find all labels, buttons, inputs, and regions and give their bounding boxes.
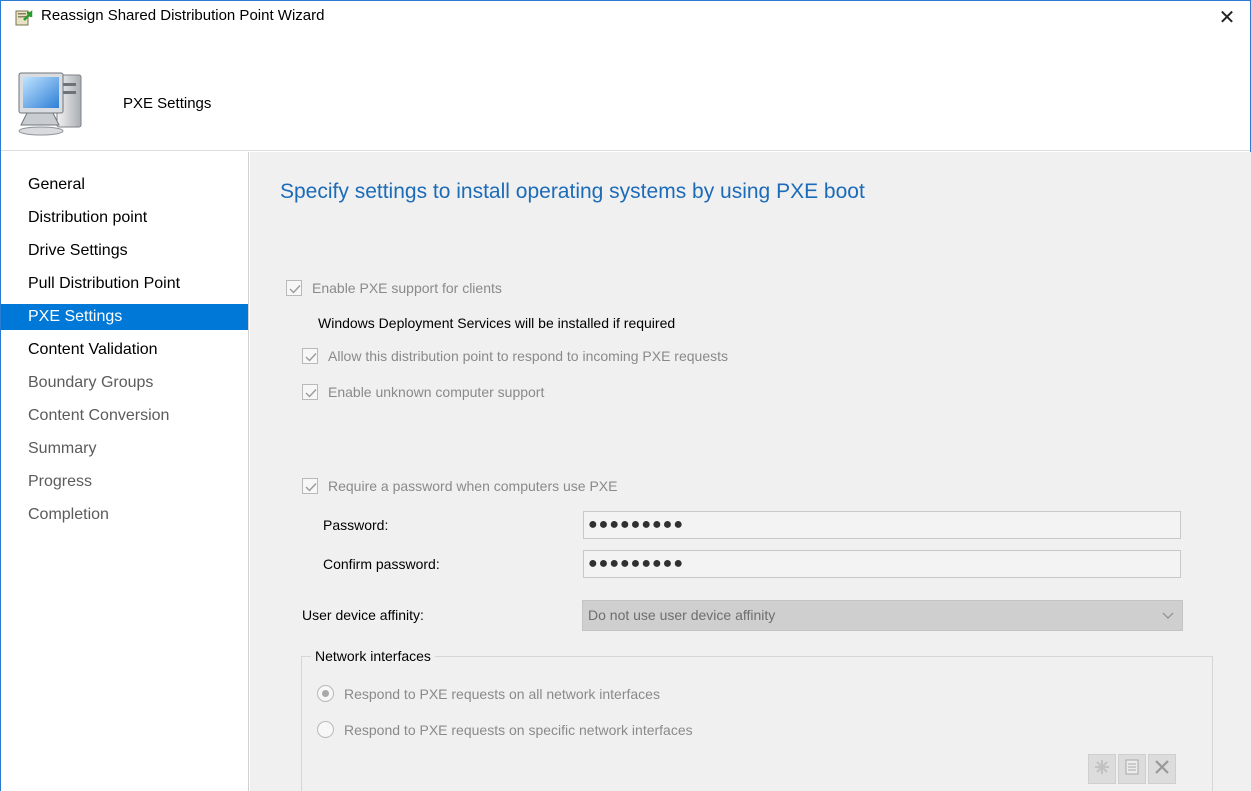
- enable-pxe-row[interactable]: Enable PXE support for clients: [286, 280, 502, 296]
- nav-item-summary: Summary: [28, 440, 97, 457]
- allow-respond-label: Allow this distribution point to respond…: [328, 348, 728, 364]
- wizard-app-icon: [15, 9, 33, 27]
- nav-item-content-conversion: Content Conversion: [28, 407, 170, 424]
- delete-icon: [1153, 758, 1171, 780]
- allow-respond-checkbox[interactable]: [302, 348, 318, 364]
- nav-item-drive-settings[interactable]: Drive Settings: [1, 238, 248, 264]
- title-bar: Reassign Shared Distribution Point Wizar…: [1, 1, 1250, 33]
- all-interfaces-radio[interactable]: [317, 685, 334, 702]
- chevron-down-icon: [1162, 601, 1174, 640]
- enable-pxe-label: Enable PXE support for clients: [312, 280, 502, 296]
- allow-respond-row[interactable]: Allow this distribution point to respond…: [302, 348, 728, 364]
- specific-interfaces-radio[interactable]: [317, 721, 334, 738]
- close-icon: ✕: [1218, 6, 1236, 29]
- enable-pxe-checkbox[interactable]: [286, 280, 302, 296]
- new-interface-button[interactable]: [1088, 754, 1116, 784]
- page-title: PXE Settings: [123, 95, 212, 112]
- properties-button[interactable]: [1118, 754, 1146, 784]
- user-device-affinity-select[interactable]: Do not use user device affinity: [582, 600, 1183, 631]
- unknown-computer-label: Enable unknown computer support: [328, 384, 545, 400]
- new-icon: [1093, 758, 1111, 780]
- password-field[interactable]: ●●●●●●●●●: [583, 511, 1181, 539]
- close-button[interactable]: ✕: [1204, 1, 1250, 33]
- main-content: Specify settings to install operating sy…: [250, 152, 1251, 791]
- nav-item-progress: Progress: [28, 473, 93, 490]
- wizard-header: PXE Settings: [1, 33, 1250, 151]
- delete-button[interactable]: [1148, 754, 1176, 784]
- wds-note: Windows Deployment Services will be inst…: [318, 315, 676, 331]
- computer-icon: [13, 67, 91, 139]
- require-password-row[interactable]: Require a password when computers use PX…: [302, 478, 617, 494]
- confirm-password-field[interactable]: ●●●●●●●●●: [583, 550, 1181, 578]
- properties-icon: [1123, 758, 1141, 780]
- require-password-checkbox[interactable]: [302, 478, 318, 494]
- user-device-affinity-value: Do not use user device affinity: [588, 607, 776, 623]
- all-interfaces-label: Respond to PXE requests on all network i…: [344, 685, 660, 702]
- nav-item-distribution-point[interactable]: Distribution point: [1, 205, 248, 231]
- require-password-label: Require a password when computers use PX…: [328, 478, 618, 494]
- window-title: Reassign Shared Distribution Point Wizar…: [41, 7, 325, 24]
- nav-item-boundary-groups: Boundary Groups: [28, 374, 154, 391]
- unknown-computer-row[interactable]: Enable unknown computer support: [302, 384, 544, 400]
- nav-item-completion: Completion: [28, 506, 109, 523]
- confirm-password-label: Confirm password:: [323, 556, 440, 572]
- all-interfaces-row[interactable]: Respond to PXE requests on all network i…: [317, 685, 660, 702]
- wizard-window: Reassign Shared Distribution Point Wizar…: [0, 0, 1251, 791]
- user-device-affinity-label: User device affinity:: [302, 607, 424, 623]
- unknown-computer-checkbox[interactable]: [302, 384, 318, 400]
- password-label: Password:: [323, 517, 389, 533]
- network-interfaces-legend: Network interfaces: [311, 648, 435, 664]
- specific-interfaces-label: Respond to PXE requests on specific netw…: [344, 721, 693, 738]
- wizard-navigation: General Distribution point Drive Setting…: [1, 152, 249, 791]
- nav-item-general[interactable]: General: [1, 172, 248, 198]
- nav-item-pull-distribution-point[interactable]: Pull Distribution Point: [1, 271, 248, 297]
- section-heading: Specify settings to install operating sy…: [280, 180, 865, 203]
- specific-interfaces-row[interactable]: Respond to PXE requests on specific netw…: [317, 721, 693, 738]
- nav-item-pxe-settings[interactable]: PXE Settings: [1, 304, 248, 330]
- nav-item-content-validation[interactable]: Content Validation: [1, 337, 248, 363]
